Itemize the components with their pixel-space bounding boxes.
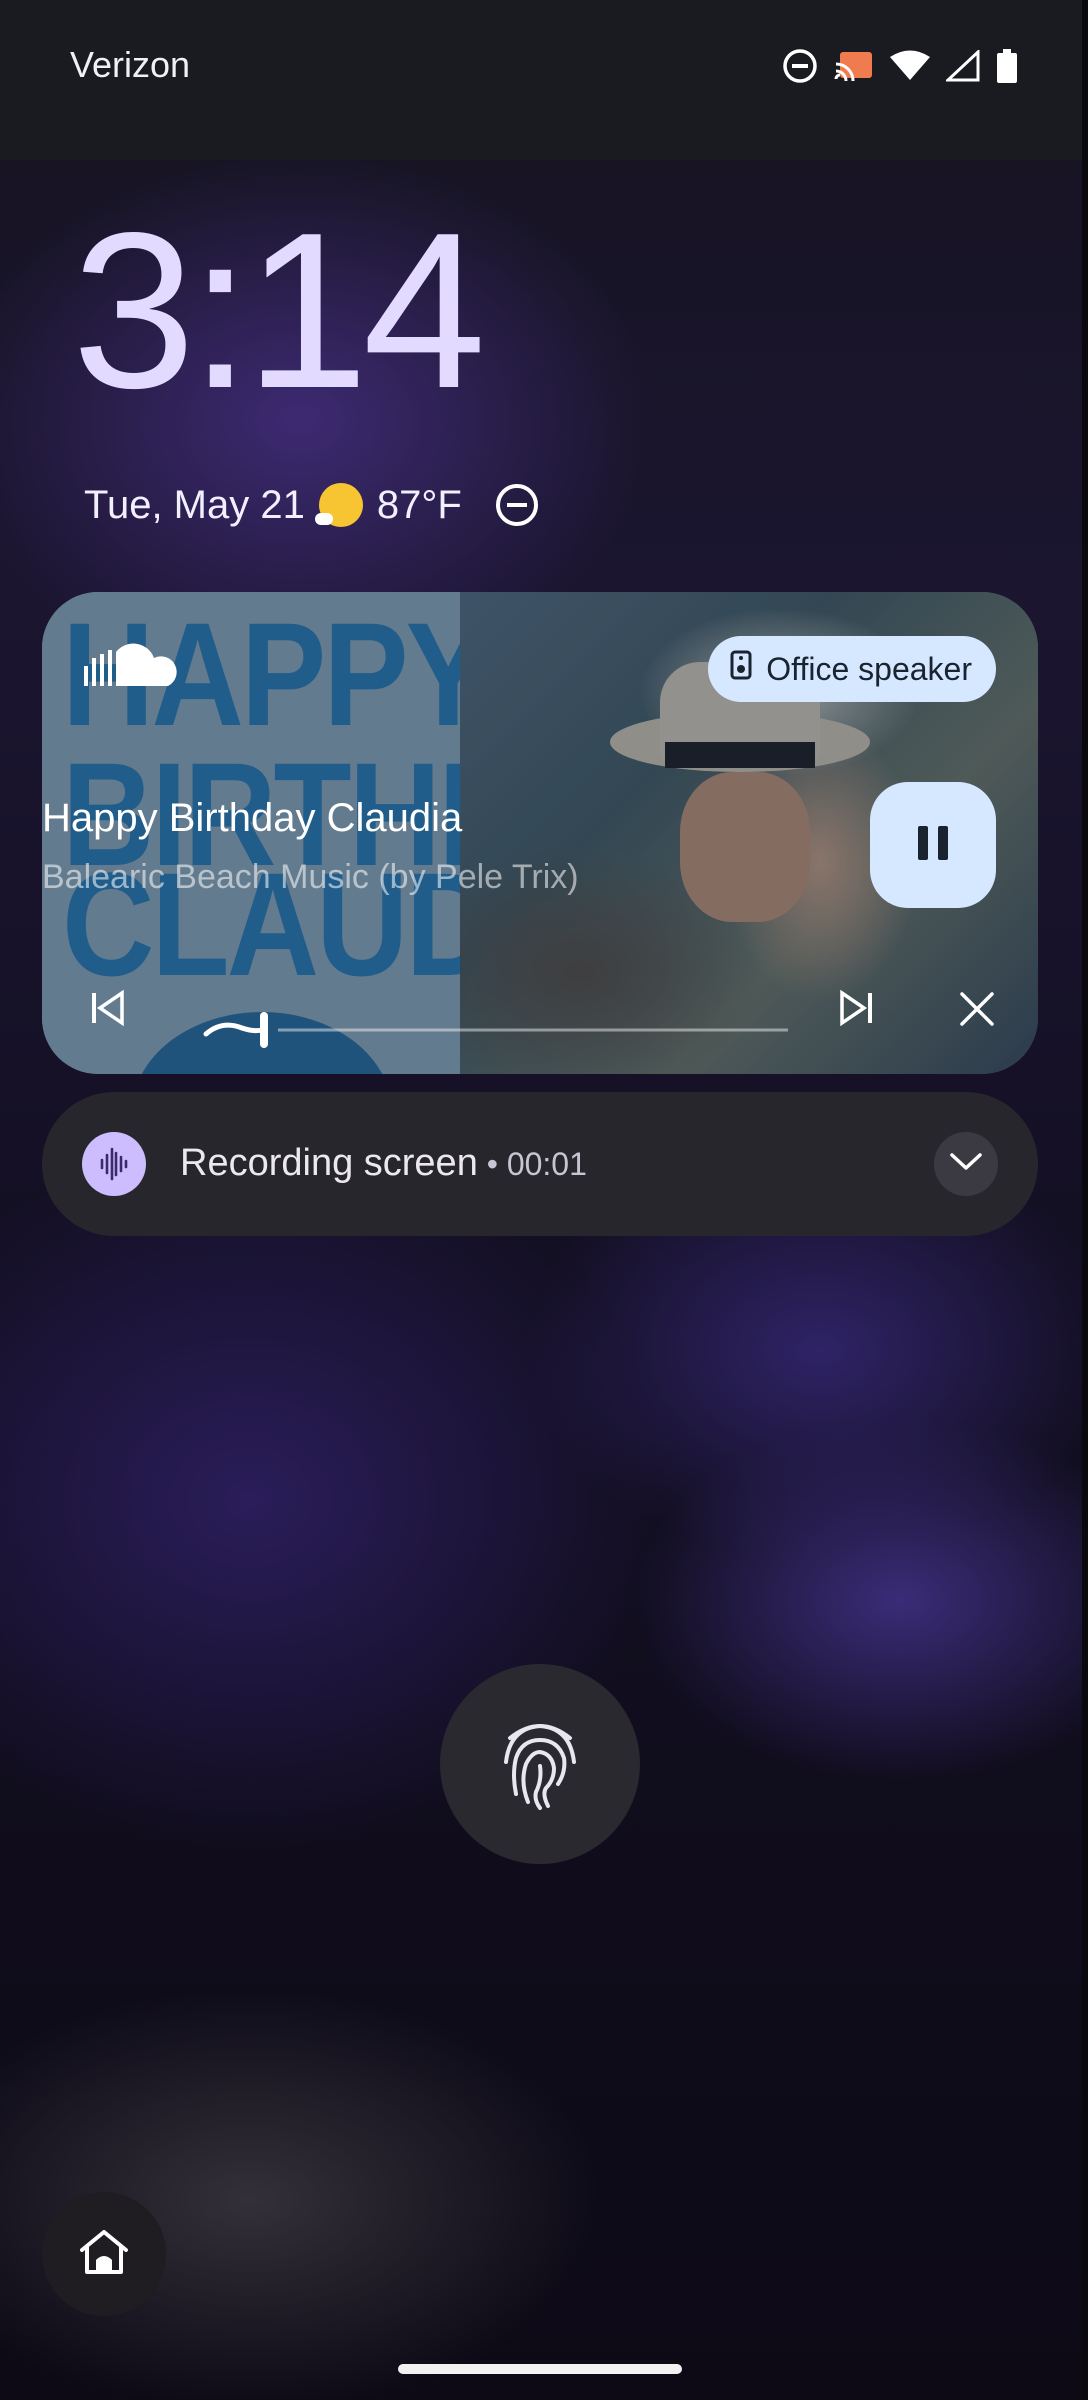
skip-previous-icon [88, 989, 128, 1032]
sound-waves-icon [82, 1132, 146, 1196]
pause-icon [916, 824, 950, 867]
notification-separator: • [477, 1146, 507, 1182]
seekbar-thumb [260, 1012, 268, 1048]
seekbar-played [203, 1022, 265, 1037]
chevron-down-icon [949, 1152, 983, 1177]
close-icon [958, 992, 996, 1032]
fingerprint-sensor[interactable] [440, 1664, 640, 1864]
wifi-icon [890, 50, 930, 82]
skip-next-icon [836, 989, 876, 1032]
do-not-disturb-icon [782, 48, 818, 84]
pause-button[interactable] [870, 782, 996, 908]
seekbar[interactable] [202, 1010, 792, 1050]
fingerprint-icon [502, 1714, 578, 1815]
date-weather-row[interactable]: Tue, May 21 87°F [84, 482, 540, 528]
output-device-chip[interactable]: Office speaker [708, 636, 996, 702]
output-device-label: Office speaker [766, 650, 972, 687]
carrier-name: Verizon [70, 44, 191, 85]
do-not-disturb-icon [494, 482, 540, 528]
lockscreen-clock: 3:14 [72, 187, 486, 435]
expand-notification-button[interactable] [934, 1132, 998, 1196]
gesture-navigation-handle[interactable] [398, 2364, 682, 2374]
home-icon [78, 2228, 130, 2281]
cast-icon [834, 49, 874, 83]
dismiss-media-button[interactable] [958, 990, 996, 1033]
home-shortcut-button[interactable] [42, 2192, 166, 2316]
recording-elapsed-time: 00:01 [506, 1146, 587, 1182]
temperature-text: 87°F [376, 482, 462, 527]
notification-title-row: Recording screen • 00:01 [180, 1142, 587, 1185]
screen-edge [1082, 0, 1088, 2400]
battery-icon [996, 49, 1018, 83]
next-track-button[interactable] [836, 988, 876, 1033]
sun-icon [314, 483, 363, 527]
previous-track-button[interactable] [88, 988, 128, 1033]
soundcloud-icon [82, 640, 192, 701]
date-text: Tue, May 21 [84, 482, 305, 527]
speaker-icon [730, 650, 752, 688]
status-icons [782, 48, 1018, 84]
signal-icon [946, 50, 980, 82]
track-title: Happy Birthday Claudia [42, 796, 463, 840]
notification-title: Recording screen [180, 1142, 478, 1184]
recording-notification[interactable]: Recording screen • 00:01 [42, 1092, 1038, 1236]
track-artist: Balearic Beach Music (by Pele Trix) [42, 858, 579, 896]
